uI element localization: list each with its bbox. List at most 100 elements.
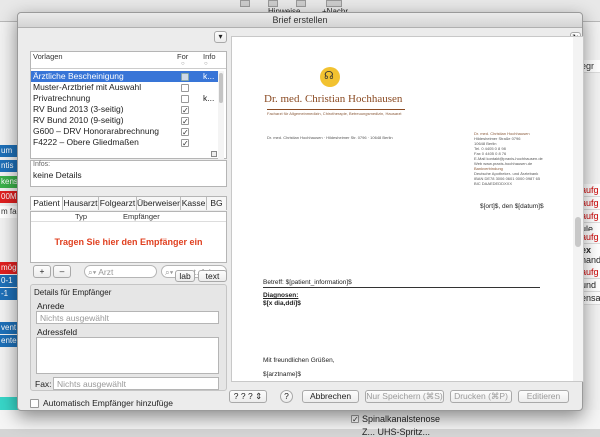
doctor-subtitle: Facharzt für Allgemeinmedizin, Chirother… <box>267 111 402 116</box>
bg-strip: -1 <box>0 288 18 300</box>
template-label: RV Bund 2013 (3-seitig) <box>33 104 124 114</box>
recipient-col-typ: Typ <box>75 212 88 221</box>
details-title: Details für Empfänger <box>34 288 112 297</box>
bg-strip: vent <box>0 322 18 334</box>
signature: $[arztname]$ <box>263 371 301 378</box>
resize-handle[interactable] <box>211 151 217 157</box>
bg-strip: um <box>0 145 18 157</box>
template-label: RV Bund 2010 (9-seitig) <box>33 115 124 125</box>
info-text: keine Details <box>33 170 82 180</box>
fax-field[interactable]: Nichts ausgewählt <box>53 377 219 390</box>
auto-recipient-label: Automatisch Empfänger hinzufüge <box>43 398 173 408</box>
doctor-search-placeholder: Arzt <box>98 267 114 277</box>
remove-recipient-button[interactable]: – <box>53 265 71 278</box>
place-date: $[ort]$, den $[datum]$ <box>480 203 544 210</box>
template-dropdown-button[interactable]: ▾ <box>214 31 227 43</box>
preview-scrollbar[interactable] <box>573 37 583 381</box>
side-block: Dr. med. Christian Hochhausen Hildesheim… <box>474 131 554 186</box>
templates-scrollbar[interactable] <box>218 71 224 159</box>
diagnosen-title: Diagnosen: <box>263 292 299 299</box>
bg-strip: ntis <box>0 160 18 172</box>
template-info: k... <box>203 71 215 81</box>
template-info: k... <box>203 93 215 103</box>
template-for-checkbox[interactable] <box>181 73 189 81</box>
template-label: G600 – DRV Honorarabrechnung <box>33 126 160 136</box>
templates-col-name: Vorlagen <box>33 52 63 61</box>
template-for-checkbox[interactable] <box>181 95 189 103</box>
text-button[interactable]: text <box>198 270 227 282</box>
betreff-rule <box>263 287 540 288</box>
search-icon: ⌕▾ <box>88 267 97 277</box>
bg-strip: 00M <box>0 191 18 203</box>
logo-icon: ☊ <box>320 67 340 87</box>
add-recipient-button[interactable]: + <box>33 265 51 278</box>
bg-strip: m fac <box>0 206 18 218</box>
chevron-down-icon: ▾ <box>214 31 227 43</box>
tab-patient[interactable]: Patient <box>31 197 63 210</box>
template-label: Muster-Arztbrief mit Auswahl <box>33 82 142 92</box>
bg-strip: mög <box>0 262 18 274</box>
template-row[interactable]: F4222 – Obere Gliedmaßen <box>31 137 221 148</box>
lab-button[interactable]: lab <box>175 270 195 282</box>
tab-bg[interactable]: BG <box>207 197 226 210</box>
background-bottom-list: ✓ Spinalkanalstenose Z... UHS-Spritz... <box>0 410 600 437</box>
template-row[interactable]: G600 – DRV Honorarabrechnung <box>31 126 221 137</box>
fax-label: Fax: <box>35 379 52 389</box>
template-for-checkbox[interactable]: ✓ <box>181 106 189 115</box>
templates-table: Vorlagen For Info ○ ○ Ärztliche Bescheini… <box>30 51 227 159</box>
template-row[interactable]: RV Bund 2010 (9-seitig) <box>31 115 221 126</box>
toolbar-icon[interactable] <box>268 0 278 7</box>
templates-col-info: Info <box>203 52 216 61</box>
tab-folgearzt[interactable]: Folgearzt <box>99 197 137 210</box>
options-value: ? ? ? <box>233 391 253 401</box>
anrede-label: Anrede <box>37 301 65 311</box>
recipient-col-empfaenger: Empfänger <box>123 212 160 221</box>
chevron-updown-icon: ⇕ <box>255 391 263 401</box>
recipient-table: Typ Empfänger Tragen Sie hier den Empfän… <box>30 211 227 263</box>
template-row[interactable]: Privatrechnung <box>31 93 221 104</box>
toolbar-icon[interactable] <box>326 0 342 7</box>
cancel-button[interactable]: Abbrechen <box>302 390 359 403</box>
search-icon: ⌕▾ <box>165 267 174 277</box>
divider <box>31 221 226 222</box>
brief-erstellen-dialog: Brief erstellen ▾ Vorlagen For Info ○ ○ Ä… <box>17 12 584 411</box>
tab-kasse[interactable]: Kasse <box>181 197 207 210</box>
templates-col-for: For <box>177 52 189 61</box>
bg-strip: ente <box>0 335 18 347</box>
toolbar-icon[interactable] <box>240 0 250 7</box>
template-for-checkbox[interactable]: ✓ <box>181 117 189 126</box>
tab-ueberweiser[interactable]: Überweiser <box>137 197 181 210</box>
template-row[interactable]: RV Bund 2013 (3-seitig) <box>31 104 221 115</box>
letter-preview: ☊ Dr. med. Christian Hochhausen Facharzt… <box>231 36 584 382</box>
bg-list-item: Spinalkanalstenose <box>362 414 441 424</box>
options-popup[interactable]: ? ? ? ⇕ <box>229 390 267 403</box>
bg-checkbox[interactable]: ✓ <box>351 415 359 424</box>
template-row[interactable]: Ärztliche Bescheinigung <box>31 71 221 82</box>
toolbar-icon[interactable] <box>296 0 306 7</box>
side-line: BIC DAAEDEDDXXX <box>474 181 513 186</box>
template-for-checkbox[interactable]: ✓ <box>181 128 189 137</box>
diagnosen-value: $[x dia,ddi]$ <box>263 300 301 307</box>
recipient-tabs: Patient Hausarzt Folgearzt Überweiser Ka… <box>30 196 227 210</box>
save-only-button[interactable]: Nur Speichern (⌘S) <box>365 390 444 403</box>
edit-button[interactable]: Editieren <box>518 390 569 403</box>
template-for-checkbox[interactable] <box>181 84 189 92</box>
template-label: Ärztliche Bescheinigung <box>33 71 124 81</box>
tab-hausarzt[interactable]: Hausarzt <box>63 197 99 210</box>
adressfeld-textarea[interactable] <box>36 337 219 374</box>
template-label: Privatrechnung <box>33 93 91 103</box>
template-label: F4222 – Obere Gliedmaßen <box>33 137 139 147</box>
recipient-hint: Tragen Sie hier den Empfänger ein <box>54 237 203 247</box>
template-for-checkbox[interactable]: ✓ <box>181 139 189 148</box>
template-row[interactable]: Muster-Arztbrief mit Auswahl <box>31 82 221 93</box>
sender-line: Dr. med. Christian Hochhausen · Hildeshe… <box>267 135 393 140</box>
dialog-titlebar: Brief erstellen <box>18 13 582 28</box>
betreff: Betreff: $[patient_information]$ <box>263 279 352 286</box>
bg-strip: 0-1 <box>0 275 18 287</box>
anrede-field[interactable]: Nichts ausgewählt <box>36 311 219 324</box>
templates-filter-row: ○ ○ <box>31 61 226 69</box>
auto-recipient-checkbox[interactable] <box>30 399 39 408</box>
help-button[interactable]: ? <box>280 390 293 403</box>
print-button[interactable]: Drucken (⌘P) <box>450 390 512 403</box>
doctor-search-input[interactable]: ⌕▾ Arzt <box>84 265 157 278</box>
